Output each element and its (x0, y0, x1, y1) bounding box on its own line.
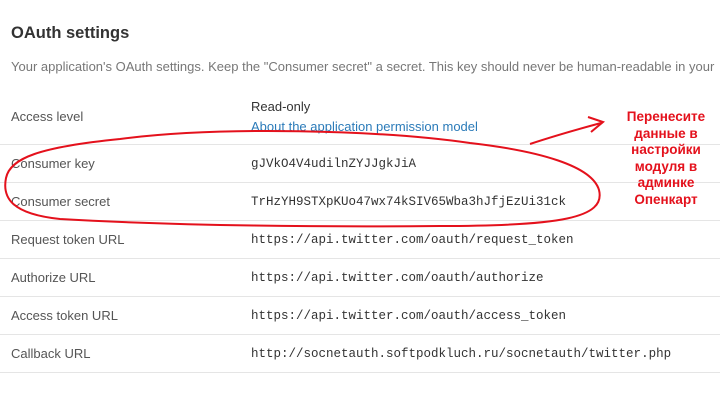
section-description: Your application's OAuth settings. Keep … (11, 59, 715, 74)
authorize-url-label: Authorize URL (0, 258, 251, 297)
request-token-url-label: Request token URL (0, 220, 251, 259)
table-row-consumer-secret: Consumer secret TrHzYH9STXpKUo47wx74kSIV… (0, 182, 720, 221)
section-title: OAuth settings (11, 24, 130, 42)
callback-url-value[interactable]: http://socnetauth.softpodkluch.ru/socnet… (251, 334, 720, 373)
table-row-access-level: Access level Read-only About the applica… (0, 89, 720, 145)
table-row-callback-url: Callback URL http://socnetauth.softpodkl… (0, 334, 720, 373)
authorize-url-value[interactable]: https://api.twitter.com/oauth/authorize (251, 258, 720, 297)
request-token-url-value[interactable]: https://api.twitter.com/oauth/request_to… (251, 220, 720, 259)
consumer-secret-label: Consumer secret (0, 182, 251, 221)
access-level-label: Access level (0, 89, 251, 145)
table-row-consumer-key: Consumer key gJVkO4V4udilnZYJJgkJiA (0, 144, 720, 183)
callback-url-label: Callback URL (0, 334, 251, 373)
access-token-url-value[interactable]: https://api.twitter.com/oauth/access_tok… (251, 296, 720, 335)
table-row-request-token-url: Request token URL https://api.twitter.co… (0, 220, 720, 259)
annotation-note: Перенесите данные в настройки модуля в а… (626, 109, 706, 207)
table-row-authorize-url: Authorize URL https://api.twitter.com/oa… (0, 258, 720, 297)
consumer-key-label: Consumer key (0, 144, 251, 183)
table-row-access-token-url: Access token URL https://api.twitter.com… (0, 296, 720, 335)
access-token-url-label: Access token URL (0, 296, 251, 335)
oauth-settings-table: Access level Read-only About the applica… (0, 89, 720, 373)
